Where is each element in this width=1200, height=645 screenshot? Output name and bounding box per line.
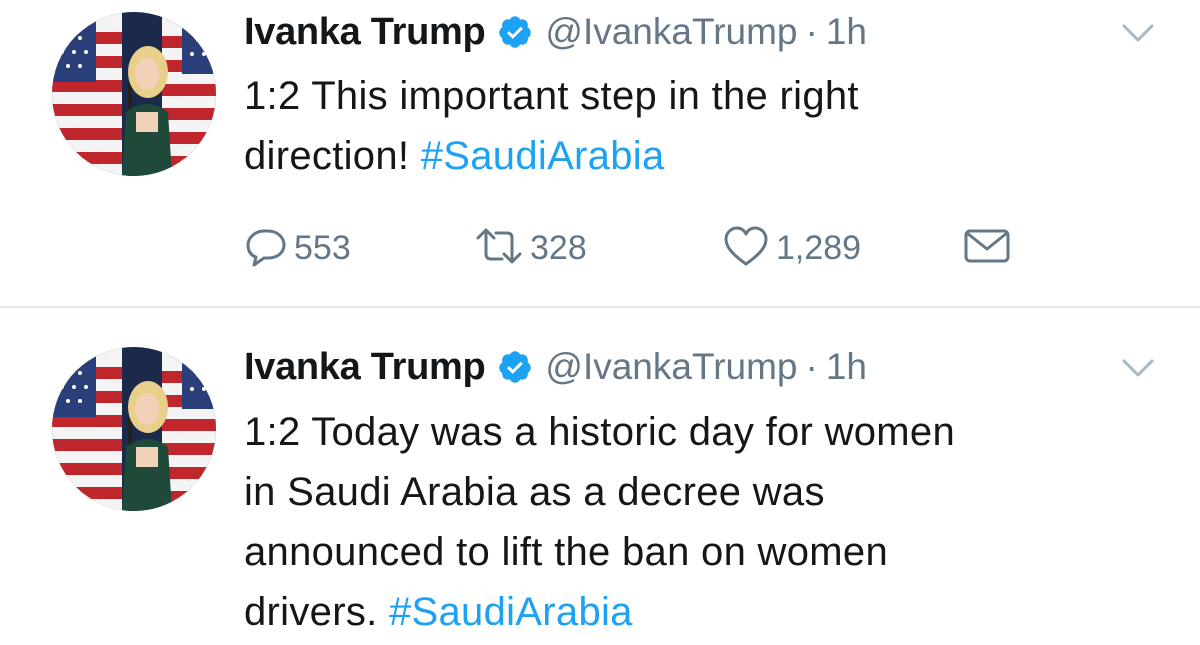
verified-badge-icon (497, 14, 533, 50)
tweet-feed: Ivanka Trump @IvankaTrump · 1h 1:2 This … (0, 0, 1200, 645)
avatar[interactable] (52, 347, 216, 511)
separator-dot: · (805, 346, 818, 387)
timestamp[interactable]: 1h (826, 11, 867, 53)
author-handle[interactable]: @IvankaTrump (545, 346, 797, 388)
tweet-text-line: 1:2 Today was a historic day for women (244, 410, 956, 454)
like-button[interactable]: 1,289 (722, 222, 861, 274)
reply-icon (244, 224, 288, 273)
tweet-header: Ivanka Trump @IvankaTrump · 1h (244, 341, 867, 393)
verified-badge-icon (497, 349, 533, 385)
tweet-text-line: drivers. #SaudiArabia (244, 582, 1184, 642)
tweet-text-line: announced to lift the ban on women (244, 530, 888, 574)
author-handle[interactable]: @IvankaTrump (545, 11, 797, 53)
retweet-button[interactable]: 328 (474, 222, 587, 274)
like-count: 1,289 (776, 228, 862, 267)
retweet-icon (474, 224, 524, 273)
author-name[interactable]: Ivanka Trump (244, 346, 486, 389)
hashtag-link[interactable]: #SaudiArabia (421, 134, 665, 178)
timestamp[interactable]: 1h (826, 346, 867, 388)
tweet-text-line: direction! #SaudiArabia (244, 126, 1184, 186)
tweet-actions: 553 328 1,289 (244, 222, 1024, 274)
heart-icon (722, 224, 770, 273)
tweet-text-line: 1:2 This important step in the right (244, 74, 859, 118)
author-name[interactable]: Ivanka Trump (244, 11, 486, 54)
tweet[interactable]: Ivanka Trump @IvankaTrump · 1h 1:2 This … (0, 0, 1200, 306)
tweet-header: Ivanka Trump @IvankaTrump · 1h (244, 6, 867, 58)
retweet-count: 328 (530, 228, 587, 267)
tweet-text: 1:2 This important step in the right dir… (244, 66, 1184, 186)
chevron-down-icon[interactable] (1118, 20, 1158, 48)
hashtag-link[interactable]: #SaudiArabia (389, 590, 633, 634)
reply-count: 553 (294, 228, 351, 267)
tweet-text-segment: drivers. (244, 590, 389, 634)
envelope-icon (962, 224, 1012, 273)
tweet-text: 1:2 Today was a historic day for women i… (244, 402, 1184, 642)
tweet[interactable]: Ivanka Trump @IvankaTrump · 1h 1:2 Today… (0, 307, 1200, 645)
separator-dot: · (805, 11, 818, 52)
direct-message-button[interactable] (962, 222, 1012, 274)
tweet-text-line: in Saudi Arabia as a decree was (244, 470, 825, 514)
avatar[interactable] (52, 12, 216, 176)
chevron-down-icon[interactable] (1118, 355, 1158, 383)
reply-button[interactable]: 553 (244, 222, 351, 274)
tweet-text-segment: direction! (244, 134, 421, 178)
